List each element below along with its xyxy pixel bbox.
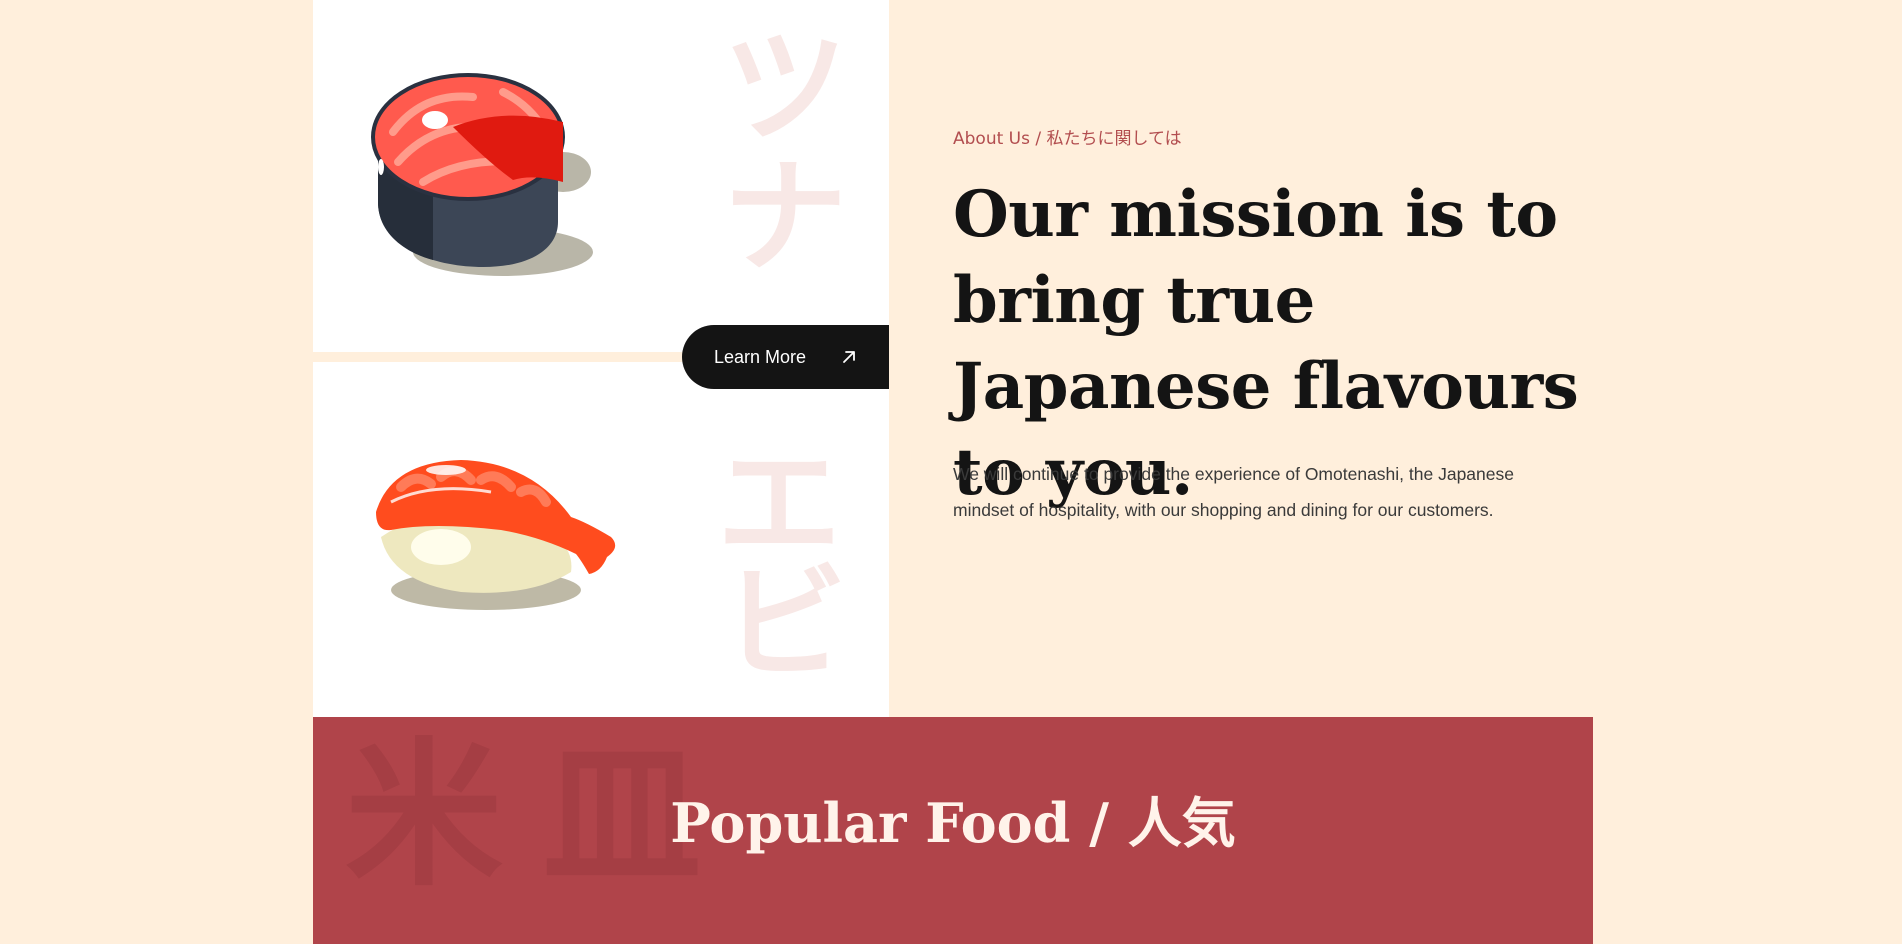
popular-food-title: Popular Food / 人気: [670, 791, 1236, 855]
about-section: ツ ナ エ ビ Learn More About Us / 私たちに関しては O…: [0, 0, 1902, 944]
kana-watermark: エ: [717, 432, 842, 576]
section-eyebrow: About Us / 私たちに関しては: [953, 129, 1182, 149]
learn-more-button[interactable]: Learn More: [682, 325, 889, 389]
kana-watermark: ナ: [723, 146, 848, 290]
popular-food-banner: 米 皿 Popular Food / 人気: [313, 717, 1593, 944]
learn-more-label: Learn More: [714, 346, 807, 367]
kana-watermark: ビ: [723, 552, 848, 696]
mission-description: We will continue to provide the experien…: [953, 464, 1514, 520]
kana-watermark: ツ: [723, 16, 848, 160]
salmon-panel: ツ ナ: [313, 0, 889, 352]
shrimp-sushi-icon: [376, 460, 616, 610]
salmon-steak-icon: [371, 73, 593, 276]
shrimp-panel: エ ビ: [313, 362, 889, 717]
arrow-up-right-icon: [843, 351, 855, 363]
